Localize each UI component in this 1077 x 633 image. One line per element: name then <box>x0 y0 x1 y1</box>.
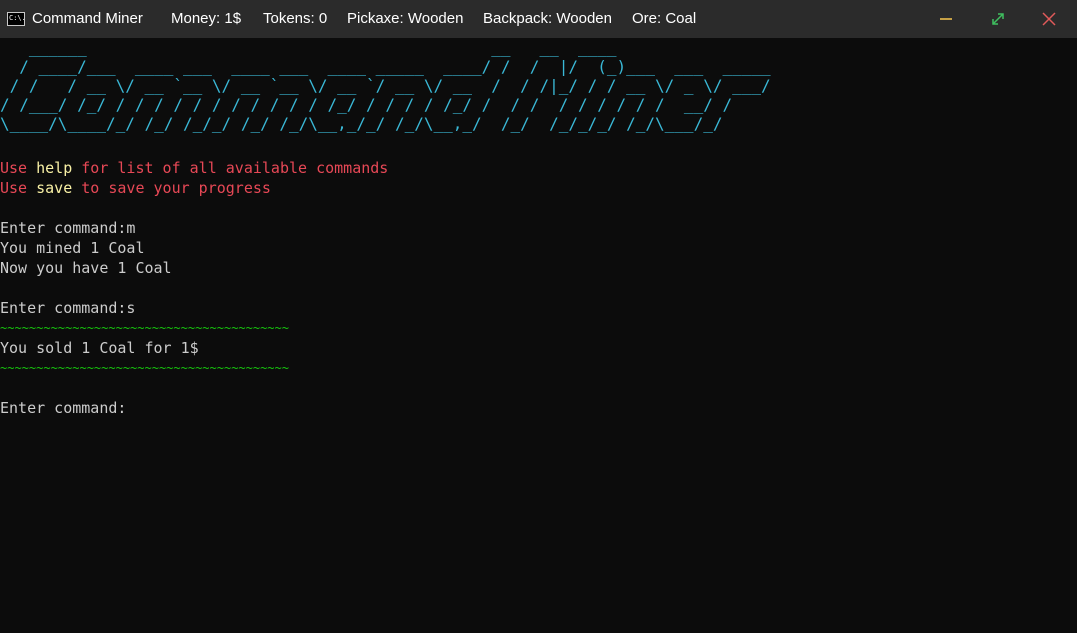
maximize-button[interactable] <box>975 0 1021 38</box>
hint-save-keyword: save <box>36 179 73 197</box>
minimize-icon <box>940 18 952 20</box>
console-output[interactable]: ______ __ __ ____ / ____/___ ____ ___ __… <box>0 38 1077 633</box>
console-app-icon[interactable]: C:\. <box>7 12 25 26</box>
ascii-banner: ______ __ __ ____ / ____/___ ____ ___ __… <box>0 38 771 133</box>
maximize-icon <box>992 13 1004 25</box>
command-input-prompt[interactable]: Enter command: <box>0 398 126 418</box>
money-status: Money: 1$ <box>171 10 242 27</box>
hint-help-keyword: help <box>36 159 73 177</box>
backpack-status: Backpack: Wooden <box>483 10 612 27</box>
inventory-line: Now you have 1 Coal <box>0 259 172 277</box>
command-prompt-mine: Enter command:m <box>0 219 136 237</box>
hint-save-suffix: to save your progress <box>72 179 271 197</box>
console-window: C:\. Command Miner Money: 1$ Tokens: 0 P… <box>0 0 1077 633</box>
window-title: Command Miner <box>32 10 143 27</box>
close-icon <box>1042 12 1056 26</box>
title-bar[interactable]: C:\. Command Miner Money: 1$ Tokens: 0 P… <box>0 0 1077 38</box>
tokens-status: Tokens: 0 <box>263 10 328 27</box>
pickaxe-status: Pickaxe: Wooden <box>347 10 464 27</box>
sell-result-line: You sold 1 Coal for 1$ <box>0 339 199 357</box>
hint-help-suffix: for list of all available commands <box>72 159 389 177</box>
separator-bottom: ~~~~~~~~~~~~~~~~~~~~~~~~~~~~~~~~~~~~~~~~ <box>0 361 289 375</box>
hint-save-line: Use save to save your progress <box>0 178 271 198</box>
separator-top: ~~~~~~~~~~~~~~~~~~~~~~~~~~~~~~~~~~~~~~~~ <box>0 321 289 335</box>
hint-help-prefix: Use <box>0 159 37 177</box>
hint-help-line: Use help for list of all available comma… <box>0 158 388 178</box>
ore-status: Ore: Coal <box>632 10 697 27</box>
command-prompt-sell: Enter command:s <box>0 299 136 317</box>
hint-save-prefix: Use <box>0 179 37 197</box>
mine-result-line: You mined 1 Coal <box>0 239 145 257</box>
minimize-button[interactable] <box>923 0 969 38</box>
close-button[interactable] <box>1026 0 1072 38</box>
